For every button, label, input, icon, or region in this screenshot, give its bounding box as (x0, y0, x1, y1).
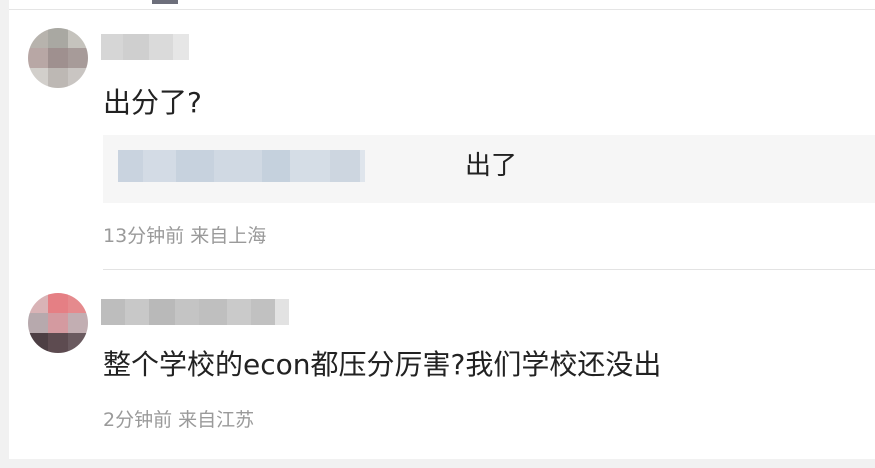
reply-username-blurred (118, 150, 365, 182)
avatar[interactable] (28, 293, 88, 353)
tab-indicator (152, 0, 178, 4)
comment-meta: 13分钟前 来自上海 (103, 221, 266, 248)
reply-text: 出了 (465, 151, 518, 181)
comment-text: 整个学校的econ都压分厉害?我们学校还没出 (103, 348, 662, 381)
comment-time: 2分钟前 (103, 409, 173, 431)
comment-location: 来自江苏 (178, 409, 255, 431)
comment-divider (103, 269, 875, 270)
avatar[interactable] (28, 28, 88, 88)
comment-text: 出分了? (103, 86, 202, 119)
comment-time: 13分钟前 (103, 225, 185, 247)
comment-location: 来自上海 (190, 225, 267, 247)
left-margin (0, 0, 9, 468)
bottom-margin (0, 459, 875, 468)
username-blurred[interactable] (101, 299, 289, 325)
reply-box[interactable]: 出了 (103, 135, 875, 203)
username-blurred[interactable] (101, 34, 189, 60)
top-divider (9, 9, 875, 10)
comment-meta: 2分钟前 来自江苏 (103, 405, 254, 432)
